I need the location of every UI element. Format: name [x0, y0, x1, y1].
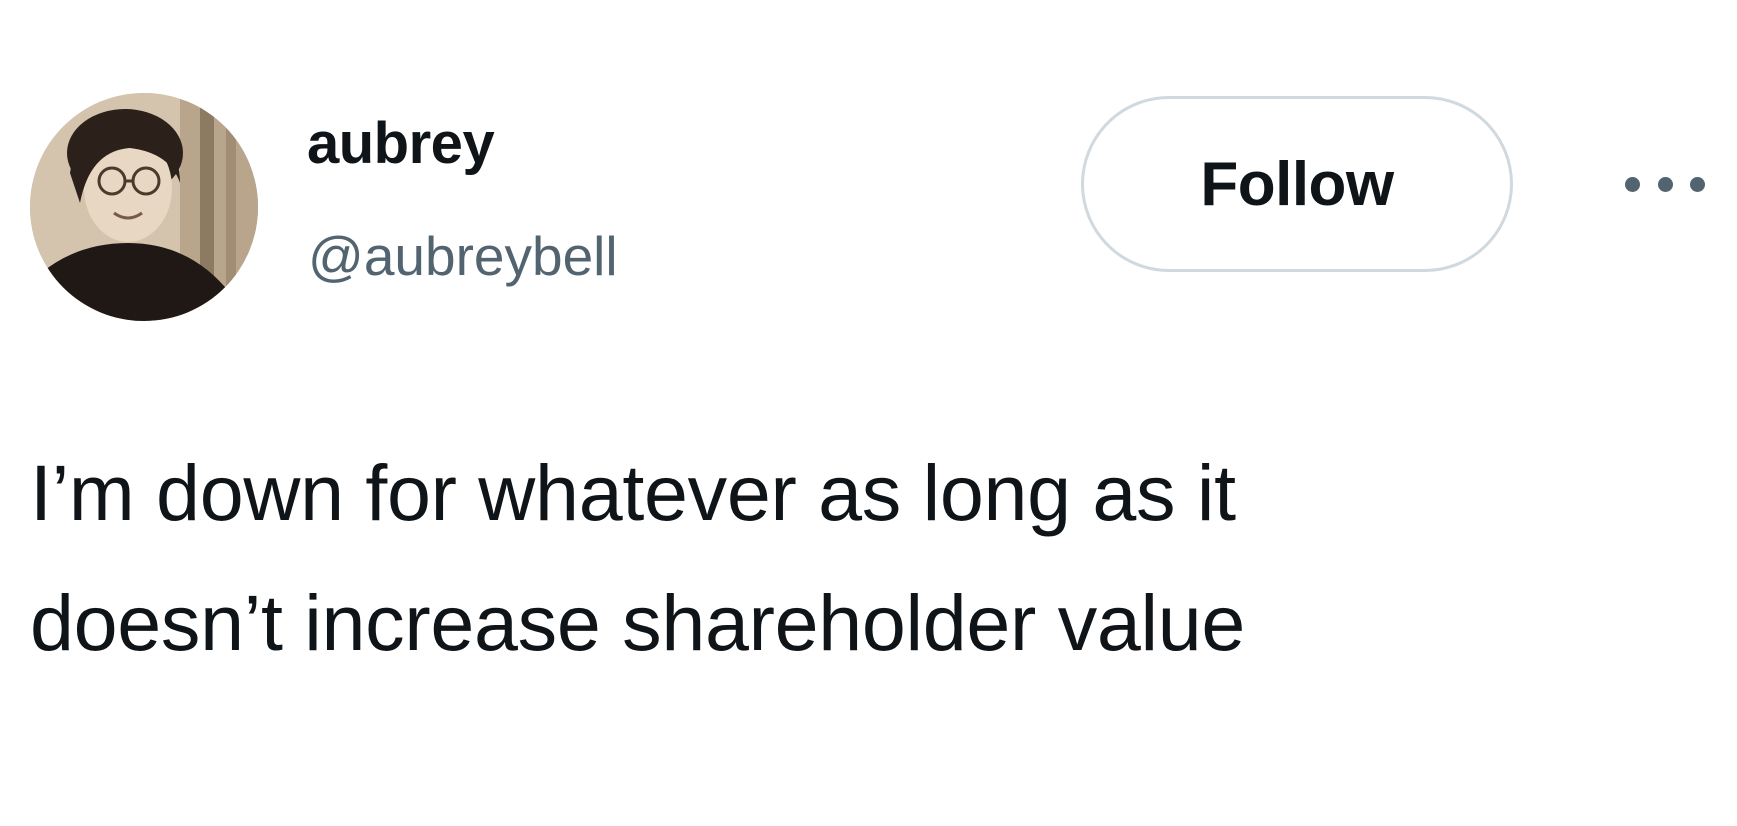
author-handle[interactable]: @aubreybell [308, 226, 618, 287]
author-display-name[interactable]: aubrey [307, 112, 495, 176]
avatar-photo [30, 93, 258, 321]
more-horizontal-icon[interactable] [1625, 172, 1705, 196]
tweet-text: I’m down for whatever as long as it does… [30, 428, 1670, 688]
avatar[interactable] [30, 93, 258, 321]
tweet-text-line: I’m down for whatever as long as it [30, 448, 1236, 537]
more-dot [1625, 176, 1640, 192]
more-dot [1657, 176, 1673, 192]
more-dot [1690, 176, 1705, 192]
tweet-card: aubrey @aubreybell Follow I’m down for w… [0, 0, 1737, 826]
follow-button[interactable]: Follow [1081, 96, 1513, 272]
tweet-text-line: doesn’t increase shareholder value [30, 578, 1246, 667]
